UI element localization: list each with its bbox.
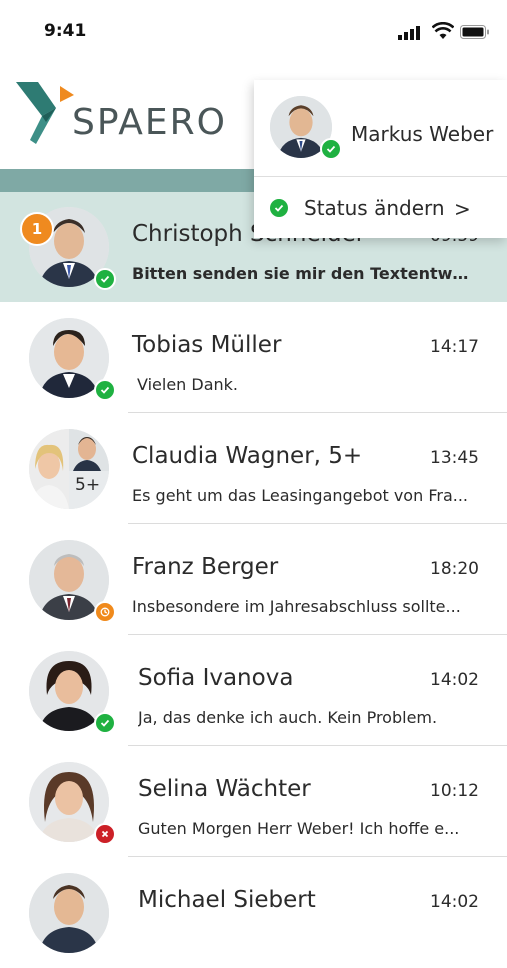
away-status-icon xyxy=(94,601,116,623)
conversation-row[interactable]: Tobias Müller 14:17 Vielen Dank. xyxy=(0,303,507,413)
status-bar: 9:41 xyxy=(0,0,507,62)
message-preview: Insbesondere im Jahresabschluss sollte..… xyxy=(132,597,461,616)
my-name: Markus Weber xyxy=(351,122,494,146)
conversation-row[interactable]: Sofia Ivanova 14:02 Ja, das denke ich au… xyxy=(0,636,507,746)
brand-wordmark: SPAERO xyxy=(72,102,227,143)
conversation-row[interactable]: Michael Siebert 14:02 xyxy=(0,858,507,968)
message-time: 10:12 xyxy=(430,781,479,801)
message-time: 14:02 xyxy=(430,892,479,912)
avatar xyxy=(29,873,109,953)
group-count: 5+ xyxy=(75,475,101,495)
battery-icon xyxy=(460,25,489,39)
conversation-row[interactable]: 5+ Claudia Wagner, 5+ 13:45 Es geht um d… xyxy=(0,414,507,524)
message-preview: Bitten senden sie mir den Textentwurf... xyxy=(132,264,477,283)
message-time: 18:20 xyxy=(430,559,479,579)
group-avatar: 5+ xyxy=(29,429,109,509)
contact-name: Tobias Müller xyxy=(132,332,282,358)
cellular-signal-icon xyxy=(398,26,420,40)
message-time: 14:17 xyxy=(430,337,479,357)
busy-status-icon xyxy=(94,823,116,845)
message-preview: Es geht um das Leasingangebot von Fra... xyxy=(132,486,468,505)
status-time: 9:41 xyxy=(44,21,87,41)
contact-name: Sofia Ivanova xyxy=(138,665,294,691)
chevron-right-icon: > xyxy=(454,197,471,221)
change-status-label: Status ändern xyxy=(304,196,445,220)
message-preview: Guten Morgen Herr Weber! Ich hoffe e... xyxy=(138,819,460,838)
contact-name: Franz Berger xyxy=(132,554,279,580)
unread-badge: 1 xyxy=(20,212,54,246)
conversation-row[interactable]: Selina Wächter 10:12 Guten Morgen Herr W… xyxy=(0,747,507,857)
contact-name: Claudia Wagner, 5+ xyxy=(132,443,363,469)
available-status-icon xyxy=(94,712,116,734)
conversation-row[interactable]: Franz Berger 18:20 Insbesondere im Jahre… xyxy=(0,525,507,635)
user-menu-dropdown: Markus Weber Status ändern > xyxy=(254,80,507,238)
available-status-icon xyxy=(94,379,116,401)
message-preview: Vielen Dank. xyxy=(137,375,239,394)
available-status-icon xyxy=(320,138,342,160)
message-preview: Ja, das denke ich auch. Kein Problem. xyxy=(138,708,438,727)
available-status-icon xyxy=(94,268,116,290)
available-status-icon xyxy=(270,199,288,217)
contact-name: Selina Wächter xyxy=(138,776,311,802)
wifi-icon xyxy=(432,22,454,39)
message-time: 13:45 xyxy=(430,448,479,468)
contact-name: Michael Siebert xyxy=(138,887,316,913)
message-time: 14:02 xyxy=(430,670,479,690)
change-status-button[interactable]: Status ändern > xyxy=(254,177,507,238)
spaero-logo-icon xyxy=(16,82,74,144)
